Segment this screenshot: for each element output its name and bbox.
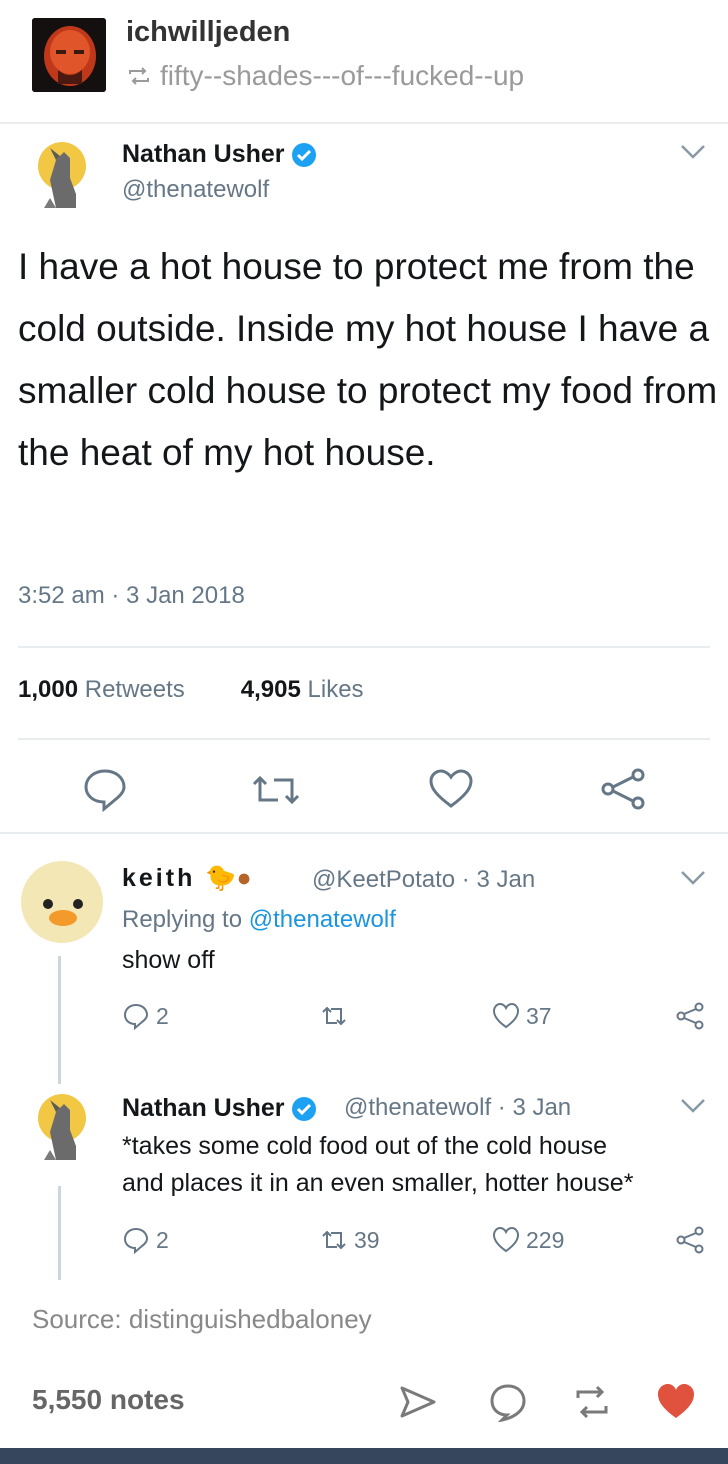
retweet-icon [322,1230,346,1250]
reply-count: 2 [156,1226,169,1253]
retweet-count: 39 [354,1226,380,1253]
replying-to-prefix: Replying to [122,906,249,933]
reply-handle-date[interactable]: @thenatewolf · 3 Jan [344,1094,571,1122]
heart-icon [492,1002,520,1029]
reply-count: 2 [156,1002,169,1029]
heart-icon[interactable] [428,768,474,810]
retweet-label: Retweets [84,676,185,703]
bottom-bar [0,1448,728,1464]
reply-text-line: *takes some cold food out of the cold ho… [122,1132,608,1160]
like-stat[interactable]: 4,905 Likes [241,676,364,704]
reply-action-retweet[interactable] [320,1002,354,1030]
like-count: 229 [526,1226,565,1253]
share-icon[interactable] [600,768,648,810]
send-icon[interactable] [398,1382,438,1422]
heart-icon [492,1226,520,1253]
reply-action-share[interactable] [676,1002,704,1030]
verified-icon [291,1096,316,1121]
tweet-stats: 1,000 Retweets 4,905 Likes [18,676,364,704]
reblog-source[interactable]: fifty--shades---of---fucked--up [126,60,524,92]
potato-icon: ● [236,864,252,892]
stats-divider-top [18,646,710,648]
chevron-down-icon[interactable] [680,144,706,160]
notes-count[interactable]: 5,550 notes [32,1384,185,1416]
reblog-icon[interactable] [572,1382,612,1422]
reply-avatar-nathan[interactable] [26,1090,100,1164]
reply-author-label: keith [122,864,196,892]
reply-author-name[interactable]: Nathan Usher [122,1094,317,1123]
tweet-avatar[interactable] [26,138,100,212]
reply-author-label: Nathan Usher [122,1094,285,1122]
chevron-down-icon[interactable] [680,1098,706,1114]
reply-icon [123,1227,149,1254]
retweet-stat[interactable]: 1,000 Retweets [18,676,185,704]
reply-text-line: and places it in an even smaller, hotter… [122,1169,634,1197]
tumblr-username[interactable]: ichwilljeden [126,16,290,49]
tweet-text: I have a hot house to protect me from th… [18,246,718,473]
share-icon [676,1002,704,1030]
retweet-icon [322,1006,346,1026]
share-icon [676,1226,704,1254]
retweet-count: 1,000 [18,676,79,703]
replying-to-handle[interactable]: @thenatewolf [249,906,396,933]
reply-action-reply[interactable]: 2 [122,1002,169,1030]
tumblr-post-header: ichwilljeden fifty--shades---of---fucked… [0,0,728,122]
reply-action-share[interactable] [676,1226,704,1254]
post-source[interactable]: Source: distinguishedbaloney [32,1304,372,1335]
tweet-author-name[interactable]: Nathan Usher [122,140,317,169]
reply-text: *takes some cold food out of the cold ho… [122,1128,633,1202]
reply-handle-date[interactable]: @KeetPotato · 3 Jan [312,866,535,894]
replying-to: Replying to @thenatewolf [122,906,396,934]
reply-action-retweet[interactable]: 39 [320,1226,380,1254]
like-label: Likes [307,676,364,703]
header-divider [0,122,728,124]
chick-icon: 🐤 [205,864,237,892]
thread-line [58,1186,61,1280]
like-count: 37 [526,1002,552,1029]
reblog-icon [129,67,149,85]
verified-icon [291,142,316,167]
tumblr-avatar[interactable] [32,18,106,92]
reply-avatar-keith[interactable] [20,860,104,944]
reply-icon [123,1003,149,1030]
reblog-source-name: fifty--shades---of---fucked--up [160,60,525,91]
tweet-handle[interactable]: @thenatewolf [122,176,269,204]
reply-author-name[interactable]: keith 🐤● [122,864,252,893]
comment-icon[interactable] [488,1382,528,1422]
thread-line [58,956,61,1084]
heart-icon[interactable] [656,1382,696,1422]
reply-text: show off [122,946,215,974]
reply-action-like[interactable]: 37 [492,1002,552,1030]
tweet-timestamp[interactable]: 3:52 am · 3 Jan 2018 [18,582,245,610]
reply-action-like[interactable]: 229 [492,1226,564,1254]
reply-icon[interactable] [82,766,128,812]
stats-divider-bottom [18,738,710,740]
like-count: 4,905 [240,676,301,703]
chevron-down-icon[interactable] [680,870,706,886]
reply-action-reply[interactable]: 2 [122,1226,169,1254]
retweet-icon[interactable] [248,772,304,808]
replies-divider [0,832,728,834]
tweet-author-label: Nathan Usher [122,140,285,168]
